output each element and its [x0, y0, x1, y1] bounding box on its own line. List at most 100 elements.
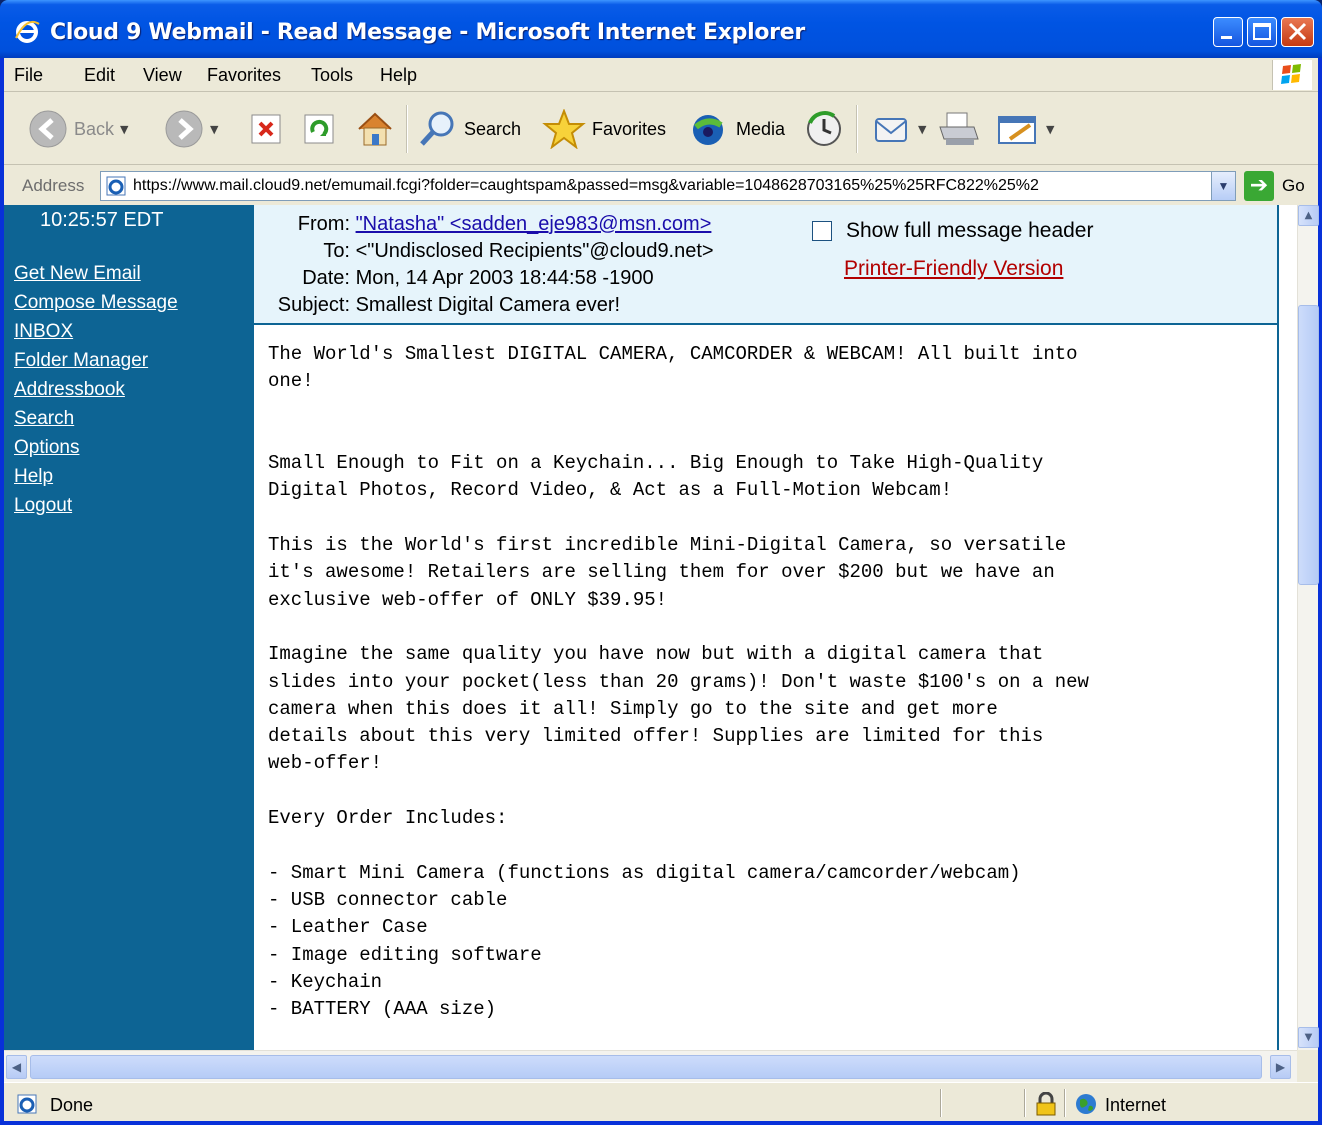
from-row: From: "Natasha" <sadden_eje983@msn.com> [254, 213, 712, 236]
subject-row: Subject: Smallest Digital Camera ever! [254, 294, 620, 317]
sidebar-link-options[interactable]: Options [14, 437, 79, 459]
menu-tools[interactable]: Tools [311, 65, 353, 86]
sidebar-time: 10:25:57 EDT [40, 209, 164, 231]
lock-icon [1036, 1092, 1056, 1116]
stop-button[interactable] [249, 103, 283, 155]
address-label: Address [22, 176, 85, 195]
to-label: To: [323, 240, 350, 262]
favorites-button[interactable]: Favorites [542, 103, 666, 155]
address-bar: Address https://www.mail.cloud9.net/emum… [4, 167, 1318, 205]
media-button[interactable]: Media [688, 103, 785, 155]
refresh-icon [304, 114, 334, 144]
date-label: Date: [302, 267, 350, 289]
status-text: Done [50, 1095, 94, 1115]
search-button[interactable]: Search [418, 103, 521, 155]
minimize-icon [1221, 36, 1232, 39]
menu-view[interactable]: View [143, 65, 182, 86]
edit-button[interactable]: ▼ [996, 103, 1054, 155]
forward-arrow-icon [165, 110, 203, 148]
edit-icon [998, 116, 1036, 144]
chevron-down-icon[interactable]: ▼ [120, 123, 128, 136]
printer-friendly-link[interactable]: Printer-Friendly Version [844, 257, 1063, 281]
show-header-checkbox[interactable] [812, 221, 832, 241]
star-icon [542, 109, 586, 149]
horizontal-scroll-thumb[interactable] [30, 1055, 1262, 1079]
toolbar: Back ▼ ▼ Search Favorites Media ▼ ▼ [4, 93, 1318, 165]
vertical-scroll-thumb[interactable] [1298, 305, 1319, 585]
print-button[interactable] [936, 103, 980, 155]
maximize-icon [1253, 23, 1271, 40]
status-bar: Done Internet [4, 1082, 1318, 1121]
sidebar-link-compose-message[interactable]: Compose Message [14, 292, 178, 314]
go-button[interactable]: ➔ Go [1244, 171, 1305, 201]
page-content: 10:25:57 EDT Get New Email Compose Messa… [4, 205, 1297, 1050]
message-body-text: The World's Smallest DIGITAL CAMERA, CAM… [268, 343, 1089, 1021]
page-icon [106, 176, 126, 196]
mail-button[interactable]: ▼ [872, 103, 926, 155]
back-arrow-icon [29, 110, 67, 148]
sidebar-link-get-new-email[interactable]: Get New Email [14, 263, 141, 285]
maximize-button[interactable] [1247, 17, 1277, 47]
address-input[interactable]: https://www.mail.cloud9.net/emumail.fcgi… [100, 171, 1236, 201]
menu-bar: File Edit View Favorites Tools Help [4, 58, 1318, 92]
minimize-button[interactable] [1213, 17, 1243, 47]
sidebar-link-search[interactable]: Search [14, 408, 74, 430]
status-separator [1024, 1089, 1026, 1117]
home-icon [358, 112, 392, 146]
status-separator [1064, 1089, 1066, 1117]
show-full-header-toggle[interactable]: Show full message header [812, 219, 1093, 243]
windows-logo [1272, 60, 1312, 90]
sidebar: 10:25:57 EDT Get New Email Compose Messa… [4, 205, 254, 1050]
scroll-down-button[interactable]: ▼ [1298, 1027, 1319, 1048]
home-button[interactable] [355, 103, 395, 155]
menu-favorites[interactable]: Favorites [207, 65, 281, 86]
forward-button[interactable]: ▼ [164, 103, 218, 155]
toolbar-separator [406, 105, 408, 153]
globe-icon [1076, 1094, 1096, 1114]
close-icon [1288, 22, 1307, 41]
from-address-link[interactable]: "Natasha" <sadden_eje983@msn.com> [356, 213, 712, 235]
chevron-down-icon[interactable]: ▼ [210, 123, 218, 136]
show-header-label: Show full message header [846, 219, 1094, 242]
sidebar-link-help[interactable]: Help [14, 466, 53, 488]
printer-icon [939, 112, 979, 145]
window-border-bottom [0, 1121, 1322, 1125]
subject-value: Smallest Digital Camera ever! [355, 294, 621, 316]
sidebar-link-addressbook[interactable]: Addressbook [14, 379, 125, 401]
refresh-button[interactable] [302, 103, 336, 155]
sidebar-link-logout[interactable]: Logout [14, 495, 72, 517]
media-icon [693, 115, 723, 145]
message-body: The World's Smallest DIGITAL CAMERA, CAM… [254, 325, 1277, 1050]
menu-help[interactable]: Help [380, 65, 417, 86]
sidebar-link-folder-manager[interactable]: Folder Manager [14, 350, 148, 372]
ie-icon [15, 20, 40, 43]
toolbar-separator [856, 105, 858, 153]
close-button[interactable] [1281, 17, 1314, 47]
history-icon [807, 111, 841, 146]
search-icon [420, 111, 454, 146]
history-button[interactable] [804, 103, 844, 155]
content-border [1277, 205, 1279, 1050]
go-arrow-icon: ➔ [1244, 171, 1274, 201]
scroll-right-button[interactable]: ▶ [1270, 1055, 1291, 1079]
date-value: Mon, 14 Apr 2003 18:44:58 -1900 [355, 267, 654, 289]
chevron-down-icon[interactable]: ▼ [918, 123, 926, 136]
chevron-down-icon[interactable]: ▼ [1211, 172, 1235, 200]
scroll-left-button[interactable]: ◀ [6, 1055, 27, 1079]
chevron-down-icon[interactable]: ▼ [1046, 123, 1054, 136]
date-row: Date: Mon, 14 Apr 2003 18:44:58 -1900 [254, 267, 654, 290]
horizontal-scrollbar[interactable]: ◀ ▶ [4, 1050, 1297, 1082]
menu-edit[interactable]: Edit [84, 65, 115, 86]
window-title: Cloud 9 Webmail - Read Message - Microso… [50, 20, 805, 45]
vertical-scrollbar[interactable]: ▲ ▼ [1297, 205, 1319, 1050]
to-value: <"Undisclosed Recipients"@cloud9.net> [355, 240, 714, 262]
page-icon [17, 1094, 37, 1114]
scroll-up-button[interactable]: ▲ [1298, 205, 1319, 226]
sidebar-link-inbox[interactable]: INBOX [14, 321, 73, 343]
to-row: To: <"Undisclosed Recipients"@cloud9.net… [254, 240, 714, 263]
mail-icon [875, 118, 907, 142]
address-url[interactable]: https://www.mail.cloud9.net/emumail.fcgi… [133, 177, 1039, 195]
back-button[interactable]: Back ▼ [28, 103, 129, 155]
menu-file[interactable]: File [14, 65, 43, 86]
scrollbar-corner [1297, 1050, 1318, 1082]
